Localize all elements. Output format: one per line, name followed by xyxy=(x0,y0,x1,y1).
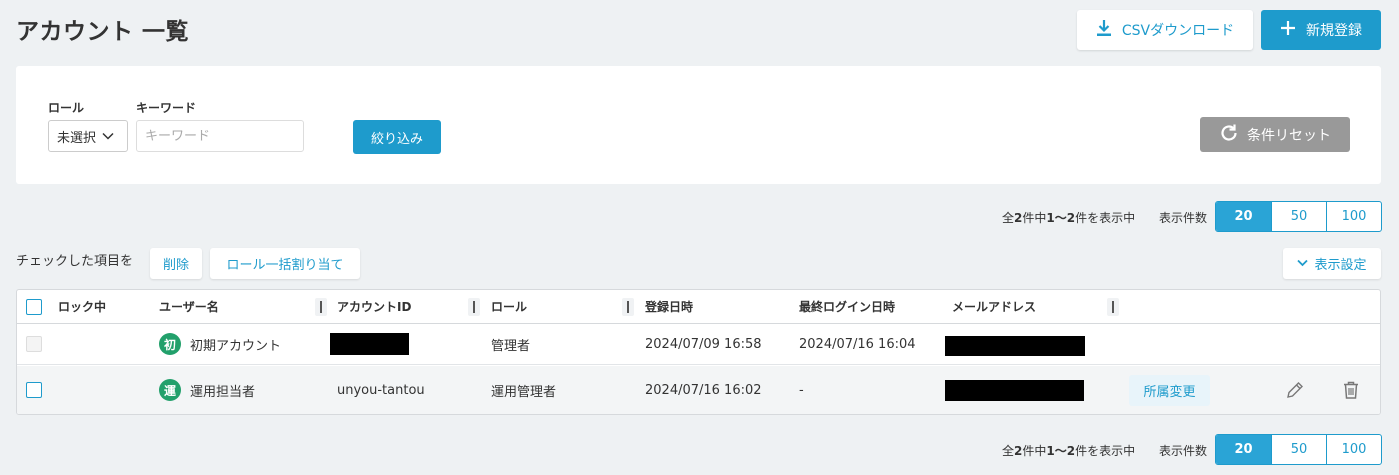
reset-conditions-button[interactable]: 条件リセット xyxy=(1200,117,1350,152)
user-name: 初期アカウント xyxy=(190,338,282,354)
download-icon xyxy=(1096,19,1112,41)
row-checkbox xyxy=(26,336,42,352)
redacted-email xyxy=(945,336,1085,356)
per-page-selector-top: 20 50 100 xyxy=(1215,201,1382,232)
col-role[interactable]: ロール xyxy=(491,290,527,323)
pagination-summary-bottom: 全2件中1〜2件を表示中 xyxy=(1002,444,1136,458)
csv-download-button[interactable]: CSVダウンロード xyxy=(1077,10,1253,50)
column-resize-handle[interactable] xyxy=(315,298,327,316)
last-login-cell: - xyxy=(799,382,804,398)
row-checkbox[interactable] xyxy=(26,382,42,398)
change-affiliation-button[interactable]: 所属変更 xyxy=(1129,374,1210,406)
column-resize-handle[interactable] xyxy=(622,298,634,316)
new-register-label: 新規登録 xyxy=(1306,23,1362,39)
trash-icon[interactable] xyxy=(1342,366,1360,414)
role-select[interactable]: 未選択 xyxy=(48,120,128,152)
reset-conditions-label: 条件リセット xyxy=(1247,127,1331,144)
col-account-id[interactable]: アカウントID xyxy=(337,290,411,323)
keyword-label: キーワード xyxy=(136,101,197,115)
redacted-email xyxy=(945,380,1084,401)
chevron-down-icon xyxy=(102,129,114,144)
page-title: アカウント 一覧 xyxy=(16,19,190,45)
table-header-row: ロック中 ユーザー名 アカウントID ロール 登録日時 最終ログイン日時 メール… xyxy=(17,290,1380,324)
col-last-login[interactable]: 最終ログイン日時 xyxy=(799,290,895,323)
table-row: 初 初期アカウント 管理者 2024/07/09 16:58 2024/07/1… xyxy=(17,324,1380,365)
bulk-delete-button[interactable]: 削除 xyxy=(150,248,202,279)
display-settings-label: 表示設定 xyxy=(1314,258,1367,273)
per-page-100[interactable]: 100 xyxy=(1326,435,1381,464)
plus-icon xyxy=(1280,20,1296,40)
display-settings-button[interactable]: 表示設定 xyxy=(1283,248,1381,279)
bulk-actions-label: チェックした項目を xyxy=(16,254,134,269)
user-cell: 初 初期アカウント xyxy=(159,324,281,364)
user-name: 運用担当者 xyxy=(190,384,256,400)
per-page-20[interactable]: 20 xyxy=(1216,435,1271,464)
avatar: 初 xyxy=(159,333,181,355)
select-all-checkbox-cell[interactable] xyxy=(26,290,42,323)
role-cell: 運用管理者 xyxy=(491,384,557,400)
per-page-50[interactable]: 50 xyxy=(1271,435,1326,464)
refresh-icon xyxy=(1219,123,1239,147)
role-cell: 管理者 xyxy=(491,338,531,354)
role-select-value: 未選択 xyxy=(57,130,97,146)
avatar: 運 xyxy=(159,379,181,401)
table-row: 運 運用担当者 unyou-tantou 運用管理者 2024/07/16 16… xyxy=(17,366,1380,414)
pagination-summary-top: 全2件中1〜2件を表示中 xyxy=(1002,211,1136,225)
col-user[interactable]: ユーザー名 xyxy=(159,290,219,323)
col-lock: ロック中 xyxy=(58,300,107,314)
user-cell: 運 運用担当者 xyxy=(159,366,255,414)
per-page-20[interactable]: 20 xyxy=(1216,202,1271,231)
registered-cell: 2024/07/09 16:58 xyxy=(645,336,762,352)
col-registered[interactable]: 登録日時 xyxy=(645,290,693,323)
filter-button[interactable]: 絞り込み xyxy=(353,120,441,154)
per-page-selector-bottom: 20 50 100 xyxy=(1215,434,1382,465)
per-page-label-top: 表示件数 xyxy=(1159,211,1208,225)
select-all-checkbox[interactable] xyxy=(26,298,42,315)
accounts-table: ロック中 ユーザー名 アカウントID ロール 登録日時 最終ログイン日時 メール… xyxy=(16,289,1381,415)
keyword-input[interactable] xyxy=(136,120,304,152)
account-id-cell: unyou-tantou xyxy=(337,382,425,398)
per-page-100[interactable]: 100 xyxy=(1326,202,1381,231)
redacted-account-id xyxy=(330,333,409,355)
chevron-down-icon xyxy=(1297,256,1309,271)
csv-download-label: CSVダウンロード xyxy=(1121,23,1235,39)
new-register-button[interactable]: 新規登録 xyxy=(1261,10,1381,50)
col-email[interactable]: メールアドレス xyxy=(952,290,1036,323)
role-label: ロール xyxy=(48,101,85,115)
bulk-assign-role-button[interactable]: ロール一括割り当て xyxy=(210,248,360,279)
per-page-label-bottom: 表示件数 xyxy=(1159,444,1208,458)
column-resize-handle[interactable] xyxy=(468,298,480,316)
per-page-50[interactable]: 50 xyxy=(1271,202,1326,231)
pencil-icon[interactable] xyxy=(1285,366,1305,414)
last-login-cell: 2024/07/16 16:04 xyxy=(799,336,916,352)
registered-cell: 2024/07/16 16:02 xyxy=(645,382,762,398)
column-resize-handle[interactable] xyxy=(1107,298,1119,316)
